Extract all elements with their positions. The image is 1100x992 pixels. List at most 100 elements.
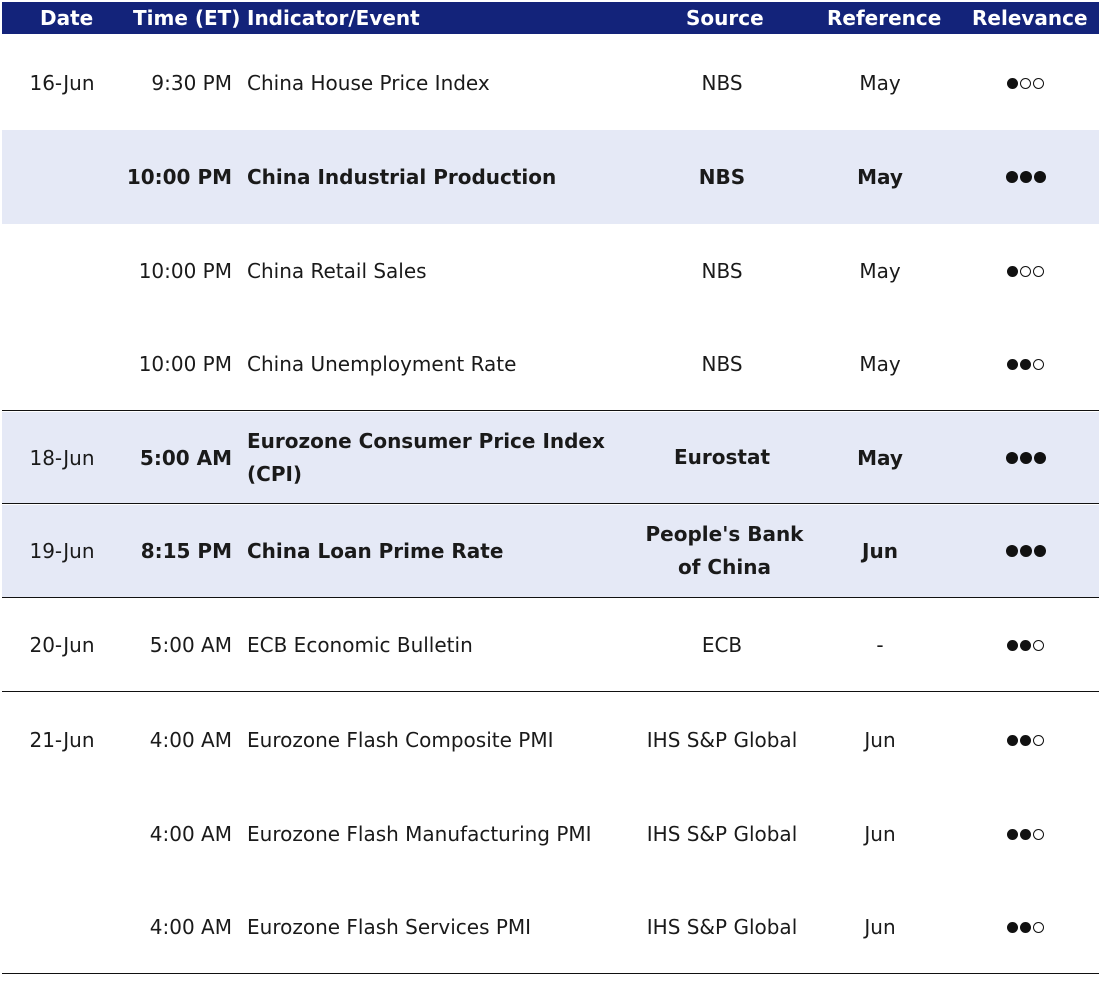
row-source: IHS S&P Global bbox=[646, 821, 798, 846]
row-divider bbox=[2, 691, 1099, 692]
relevance-dot-filled-icon bbox=[1020, 828, 1031, 840]
row-reference: Jun bbox=[864, 915, 896, 939]
row-time: 10:00 PM bbox=[126, 165, 232, 189]
row-source: IHS S&P Global bbox=[646, 914, 798, 939]
row-date bbox=[2, 224, 122, 318]
table-row: 4:00 AM Eurozone Flash Services PMI IHS … bbox=[2, 881, 1099, 973]
row-reference: Jun bbox=[864, 728, 896, 752]
relevance-dot-empty-icon bbox=[1020, 77, 1031, 89]
row-time: 10:00 PM bbox=[138, 259, 232, 283]
row-event: Eurozone Consumer Price Index (CPI) bbox=[247, 428, 605, 486]
row-reference: Jun bbox=[862, 539, 898, 563]
relevance-dot-filled-icon bbox=[1020, 358, 1031, 370]
row-time: 5:00 AM bbox=[139, 445, 232, 470]
relevance-indicator bbox=[962, 224, 1089, 318]
row-event: China Loan Prime Rate bbox=[247, 538, 504, 563]
relevance-indicator bbox=[962, 787, 1089, 881]
row-event: Eurozone Flash Services PMI bbox=[247, 914, 532, 939]
relevance-dot-filled-icon bbox=[1007, 358, 1018, 370]
table-header: Date Time (ET) Indicator/Event Source Re… bbox=[2, 2, 1099, 34]
table-row: 21-Jun 4:00 AM Eurozone Flash Composite … bbox=[2, 693, 1099, 787]
relevance-dot-empty-icon bbox=[1033, 921, 1044, 933]
table-row: 10:00 PM China Industrial Production NBS… bbox=[2, 130, 1099, 224]
row-event: China Retail Sales bbox=[247, 258, 427, 283]
table-row: 18-Jun 5:00 AM Eurozone Consumer Price I… bbox=[2, 412, 1099, 503]
table-row: 20-Jun 5:00 AM ECB Economic Bulletin ECB… bbox=[2, 599, 1099, 691]
relevance-dot-filled-icon bbox=[1033, 545, 1046, 557]
row-reference: - bbox=[876, 633, 884, 657]
relevance-dot-filled-icon bbox=[1020, 734, 1031, 746]
table-row: 4:00 AM Eurozone Flash Manufacturing PMI… bbox=[2, 787, 1099, 881]
relevance-dot-filled-icon bbox=[1020, 921, 1031, 933]
table-row: 10:00 PM China Unemployment Rate NBS May bbox=[2, 318, 1099, 410]
relevance-indicator bbox=[962, 412, 1089, 503]
row-time: 4:00 AM bbox=[149, 822, 232, 846]
relevance-dot-filled-icon bbox=[1007, 734, 1018, 746]
row-event: China Unemployment Rate bbox=[247, 351, 517, 376]
row-divider bbox=[2, 973, 1099, 974]
row-event: Eurozone Flash Composite PMI bbox=[247, 727, 554, 752]
relevance-indicator bbox=[962, 36, 1089, 130]
relevance-dot-empty-icon bbox=[1033, 265, 1044, 277]
row-time: 10:00 PM bbox=[138, 352, 232, 376]
relevance-dot-filled-icon bbox=[1005, 451, 1018, 464]
row-date: 18-Jun bbox=[29, 445, 95, 470]
relevance-dot-filled-icon bbox=[1007, 639, 1018, 651]
row-event: ECB Economic Bulletin bbox=[247, 632, 473, 657]
row-divider bbox=[2, 410, 1099, 411]
row-event: China Industrial Production bbox=[247, 164, 557, 189]
row-source: Eurostat bbox=[673, 445, 771, 469]
relevance-indicator bbox=[962, 693, 1089, 787]
header-source: Source bbox=[686, 6, 764, 30]
table-row: 10:00 PM China Retail Sales NBS May bbox=[2, 224, 1099, 318]
row-source: NBS bbox=[698, 164, 746, 189]
row-date: 20-Jun bbox=[29, 633, 95, 657]
relevance-dot-filled-icon bbox=[1033, 451, 1046, 464]
relevance-dot-empty-icon bbox=[1020, 265, 1031, 277]
relevance-dot-filled-icon bbox=[1007, 77, 1018, 89]
row-reference: May bbox=[857, 165, 903, 189]
row-reference: May bbox=[857, 445, 903, 470]
table-row: 16-Jun 9:30 PM China House Price Index N… bbox=[2, 36, 1099, 130]
relevance-indicator bbox=[962, 881, 1089, 973]
relevance-dot-filled-icon bbox=[1007, 828, 1018, 840]
relevance-dot-filled-icon bbox=[1007, 921, 1018, 933]
row-divider bbox=[2, 597, 1099, 598]
row-time: 4:00 AM bbox=[149, 915, 232, 939]
header-reference: Reference bbox=[827, 6, 942, 30]
relevance-dot-empty-icon bbox=[1033, 828, 1044, 840]
relevance-dot-empty-icon bbox=[1033, 639, 1044, 651]
header-event: Indicator/Event bbox=[247, 6, 420, 30]
relevance-indicator bbox=[962, 130, 1089, 224]
row-event: Eurozone Flash Manufacturing PMI bbox=[247, 821, 592, 846]
relevance-dot-filled-icon bbox=[1007, 265, 1018, 277]
header-time: Time (ET) bbox=[133, 6, 241, 30]
row-date: 19-Jun bbox=[29, 539, 95, 563]
row-source: People's Bank of China bbox=[645, 522, 804, 579]
relevance-dot-filled-icon bbox=[1019, 451, 1032, 464]
row-event: China House Price Index bbox=[247, 70, 490, 95]
row-source: NBS bbox=[701, 258, 743, 283]
relevance-indicator bbox=[962, 505, 1089, 597]
row-source: IHS S&P Global bbox=[646, 727, 798, 752]
table-row: 19-Jun 8:15 PM China Loan Prime Rate Peo… bbox=[2, 505, 1099, 597]
row-source: NBS bbox=[701, 70, 743, 95]
relevance-indicator bbox=[962, 599, 1089, 691]
row-time: 5:00 AM bbox=[149, 633, 232, 657]
relevance-indicator bbox=[962, 318, 1089, 410]
row-reference: Jun bbox=[864, 822, 896, 846]
relevance-dot-filled-icon bbox=[1005, 545, 1018, 557]
relevance-dot-filled-icon bbox=[1020, 639, 1031, 651]
row-date bbox=[2, 787, 122, 881]
relevance-dot-empty-icon bbox=[1033, 77, 1044, 89]
row-reference: May bbox=[859, 259, 901, 283]
row-divider bbox=[2, 503, 1099, 504]
relevance-dot-empty-icon bbox=[1033, 734, 1044, 746]
row-source: NBS bbox=[701, 351, 743, 376]
row-date: 21-Jun bbox=[29, 728, 95, 752]
row-time: 4:00 AM bbox=[149, 728, 232, 752]
row-reference: May bbox=[859, 352, 901, 376]
row-source: ECB bbox=[701, 632, 743, 657]
row-date bbox=[2, 881, 122, 973]
relevance-dot-filled-icon bbox=[1019, 171, 1032, 183]
